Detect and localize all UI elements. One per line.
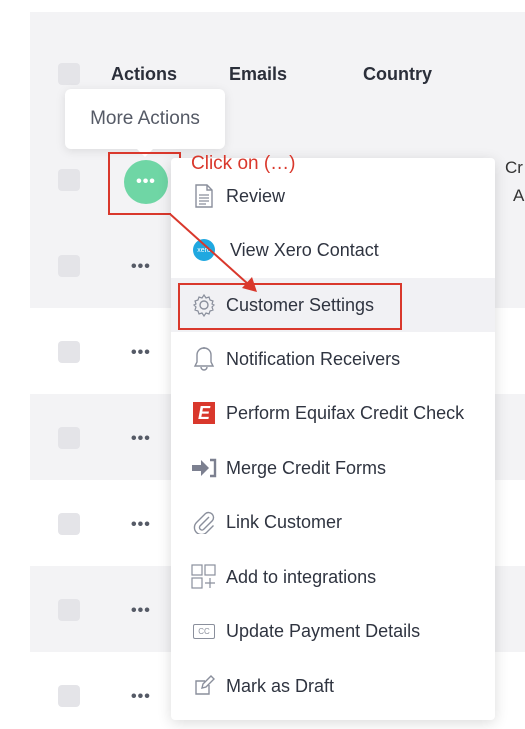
customers-table-page: Actions Emails Country ••• ••• ••• ••• •… [0,0,525,729]
annotation-arrow [169,213,257,292]
